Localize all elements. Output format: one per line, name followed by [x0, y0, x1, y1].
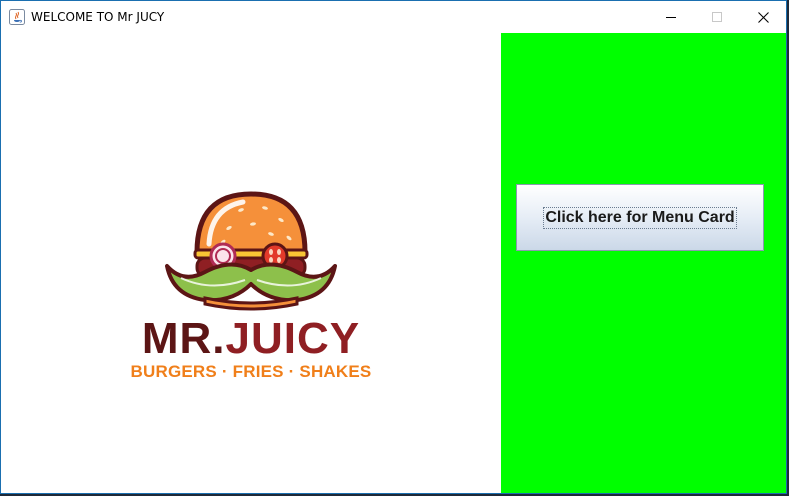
- java-coffee-icon: [9, 9, 25, 25]
- menu-card-button-label: Click here for Menu Card: [543, 206, 737, 229]
- maximize-icon: [712, 12, 722, 22]
- minimize-icon: [666, 17, 676, 18]
- brand-tagline: BURGERS · FRIES · SHAKES: [130, 362, 372, 381]
- close-button[interactable]: [740, 1, 786, 33]
- brand-name: MR.JUICY: [129, 316, 373, 362]
- title-bar[interactable]: WELCOME TO Mr JUCY: [1, 1, 786, 33]
- minimize-button[interactable]: [648, 1, 694, 33]
- app-window: WELCOME TO Mr JUCY MR.JUICY BURGERS · FR…: [0, 0, 787, 494]
- close-icon: [757, 11, 769, 23]
- brand-name-first: MR.: [141, 314, 226, 363]
- brand-logo: MR.JUICY BURGERS · FRIES · SHAKES: [129, 188, 373, 388]
- logo-panel: MR.JUICY BURGERS · FRIES · SHAKES: [1, 33, 501, 493]
- maximize-button[interactable]: [694, 1, 740, 33]
- menu-card-button[interactable]: Click here for Menu Card: [516, 184, 764, 251]
- brand-name-second: JUICY: [225, 314, 361, 363]
- window-title: WELCOME TO Mr JUCY: [31, 10, 165, 24]
- menu-panel: Click here for Menu Card: [501, 33, 786, 493]
- burger-mustache-icon: [165, 191, 337, 311]
- content-area: MR.JUICY BURGERS · FRIES · SHAKES Click …: [1, 33, 786, 493]
- window-controls: [648, 1, 786, 33]
